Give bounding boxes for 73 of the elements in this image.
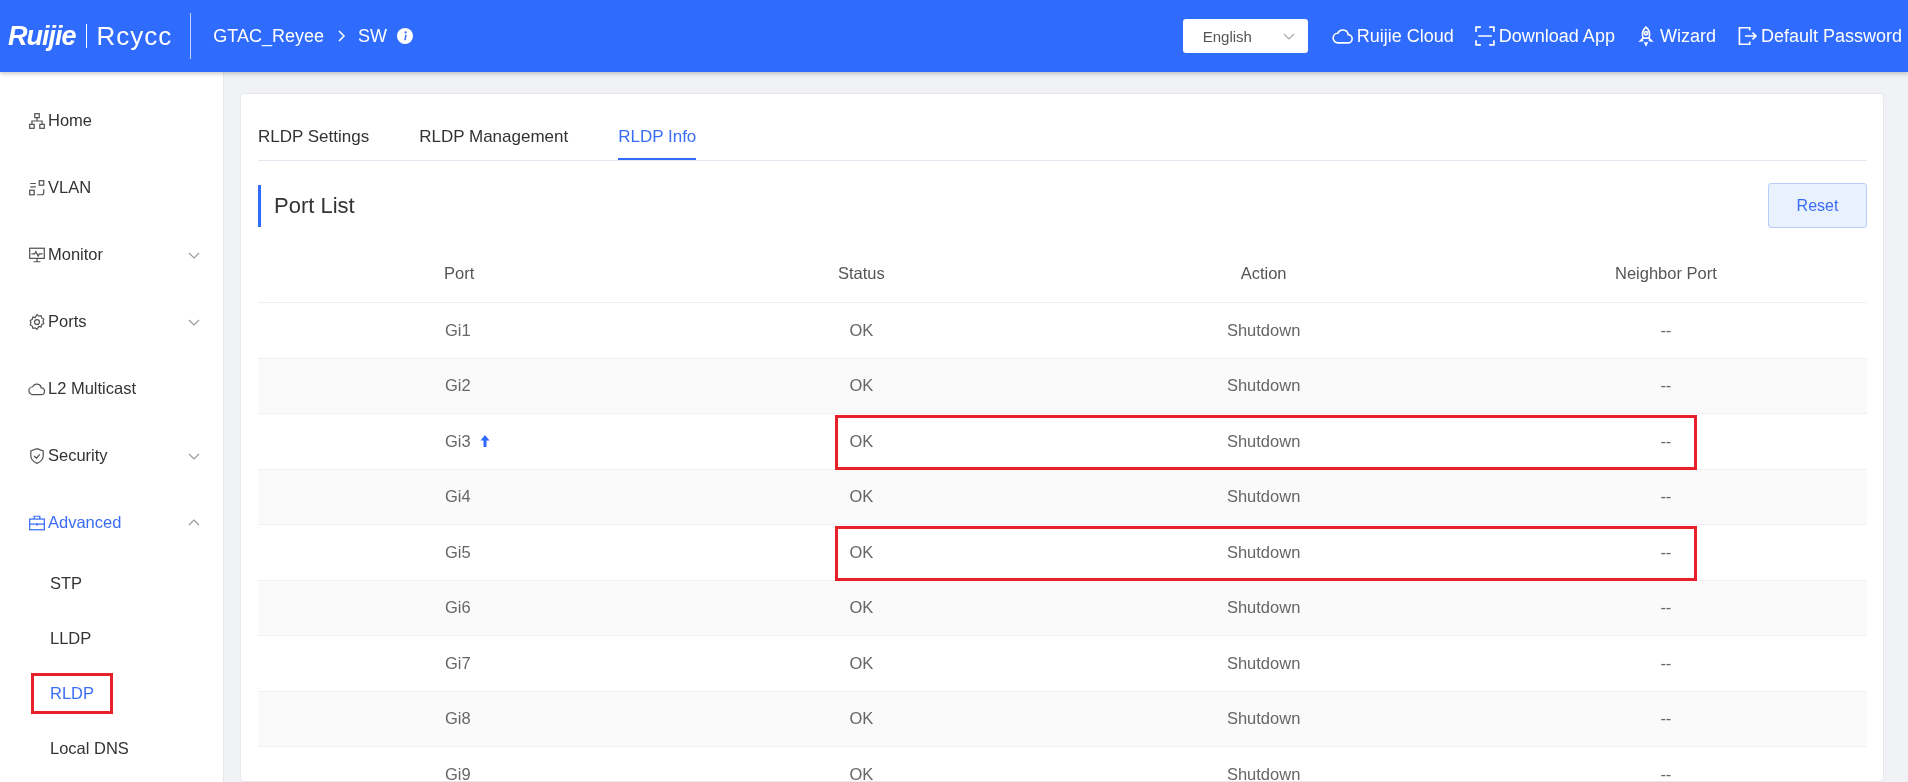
monitor-icon [28, 245, 46, 264]
tab[interactable]: RLDP Info [618, 114, 697, 160]
gear-icon [28, 312, 46, 331]
sidebar-item[interactable]: Home [48, 111, 92, 130]
table-cell-text: Shutdown [1225, 764, 1302, 782]
header-link[interactable]: Download App [1498, 25, 1615, 47]
table-cell-text: OK [848, 653, 875, 673]
table-cell-text: -- [1659, 598, 1673, 618]
toolbox-icon [28, 513, 46, 532]
table-cell: Gi3 [445, 431, 471, 451]
column-header: Port [443, 263, 476, 283]
scan-icon[interactable] [1473, 25, 1496, 47]
table-cell-text: -- [1659, 487, 1673, 507]
sidebar-item[interactable]: Monitor [48, 245, 104, 264]
sidebar-item[interactable]: VLAN [48, 178, 92, 197]
sidebar-item[interactable]: Ports [48, 312, 87, 331]
header-link[interactable]: Wizard [1659, 25, 1716, 47]
header-link[interactable]: Ruijie Cloud [1356, 25, 1454, 47]
column-header: Status [837, 263, 886, 283]
network-icon [28, 111, 46, 130]
vlan-icon [28, 178, 46, 197]
table-cell: Gi9 [445, 764, 471, 782]
table-cell-text: -- [1659, 542, 1673, 562]
table-cell-text: Shutdown [1225, 542, 1302, 562]
table-cell: Gi5 [445, 542, 471, 562]
table-cell-text: OK [848, 431, 875, 451]
shield-icon [28, 446, 46, 465]
section-title: Port List [258, 184, 355, 227]
table-cell-text: Shutdown [1225, 598, 1302, 618]
table-cell-text: Shutdown [1225, 487, 1302, 507]
sidebar-subitem[interactable]: RLDP [34, 676, 110, 711]
reset-button[interactable]: Reset [1768, 183, 1867, 228]
sidebar-subitem[interactable]: LLDP [50, 621, 92, 656]
brand-logo: Ruijie [8, 20, 76, 52]
table-cell-text: OK [848, 376, 875, 396]
table-cell: Gi1 [445, 320, 471, 340]
table-cell-text: -- [1659, 431, 1673, 451]
column-header: Action [1239, 263, 1288, 283]
sidebar-item[interactable]: L2 Multicast [48, 379, 137, 398]
column-header: Neighbor Port [1613, 263, 1718, 283]
table-cell-text: OK [848, 542, 875, 562]
table-cell-text: Shutdown [1225, 320, 1302, 340]
table-cell-text: OK [848, 598, 875, 618]
table-cell-text: -- [1659, 709, 1673, 729]
table-cell-text: Shutdown [1225, 376, 1302, 396]
table-cell-text: -- [1659, 764, 1673, 782]
tab[interactable]: RLDP Settings [258, 114, 370, 160]
sidebar-item[interactable]: Advanced [48, 513, 122, 532]
table-cell: Gi6 [445, 598, 471, 618]
table-cell-text: Shutdown [1225, 431, 1302, 451]
breadcrumb-item[interactable]: GTAC_Reyee [213, 25, 324, 47]
language-select[interactable]: English [1182, 19, 1308, 53]
table-cell: Gi4 [445, 487, 471, 507]
table-cell-text: OK [848, 487, 875, 507]
table-cell: Gi8 [445, 709, 471, 729]
table-cell-text: OK [848, 764, 875, 782]
table-cell-text: -- [1659, 320, 1673, 340]
table-cell-text: Shutdown [1225, 709, 1302, 729]
info-icon[interactable] [397, 28, 413, 44]
table-cell-text: OK [848, 709, 875, 729]
table-cell-text: -- [1659, 376, 1673, 396]
sidebar-subitem[interactable]: STP [50, 566, 83, 601]
breadcrumb-item[interactable]: SW [358, 25, 387, 47]
table-cell-text: Shutdown [1225, 653, 1302, 673]
table-cell-text: -- [1659, 653, 1673, 673]
table-cell-text: OK [848, 320, 875, 340]
table-cell: Gi7 [445, 653, 471, 673]
header-link[interactable]: Default Password [1760, 25, 1902, 47]
table-cell: Gi2 [445, 376, 471, 396]
product-logo: Rcycc [96, 20, 173, 52]
sidebar-subitem[interactable]: Local DNS [50, 731, 129, 766]
sidebar-item[interactable]: Security [48, 446, 108, 465]
tab[interactable]: RLDP Management [419, 114, 569, 160]
